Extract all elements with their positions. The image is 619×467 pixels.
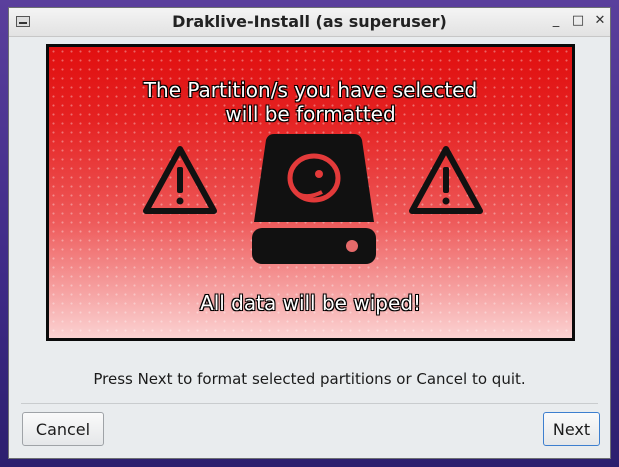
- banner-bottom-text: All data will be wiped!: [200, 291, 421, 315]
- warning-icon-right: [409, 146, 483, 214]
- minimize-button[interactable]: _: [548, 13, 564, 29]
- close-button[interactable]: ✕: [592, 13, 608, 29]
- warning-icon-left: [143, 146, 217, 214]
- format-warning-banner: The Partition/s you have selected will b…: [46, 44, 575, 341]
- banner-line-1: The Partition/s you have selected: [143, 78, 478, 102]
- window-title: Draklive-Install (as superuser): [172, 12, 447, 31]
- hard-drive-icon: [252, 134, 376, 264]
- instruction-message: Press Next to format selected partitions…: [93, 370, 526, 388]
- button-separator: [21, 403, 598, 404]
- maximize-button[interactable]: □: [570, 13, 586, 29]
- next-button[interactable]: Next: [543, 412, 600, 446]
- installer-window: Draklive-Install (as superuser) _ □ ✕ Th…: [8, 7, 611, 459]
- cancel-button[interactable]: Cancel: [22, 412, 104, 446]
- banner-line-2: will be formatted: [225, 102, 396, 126]
- title-bar[interactable]: Draklive-Install (as superuser) _ □ ✕: [9, 8, 610, 37]
